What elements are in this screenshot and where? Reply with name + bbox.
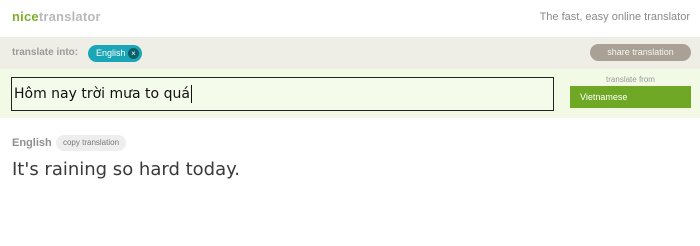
translate-from-label: translate from [606, 75, 655, 84]
close-icon[interactable]: × [128, 48, 139, 59]
target-language-chip[interactable]: English × [88, 45, 142, 62]
logo[interactable]: nicetranslator [12, 9, 101, 24]
copy-translation-button[interactable]: copy translation [56, 135, 126, 151]
result-language-label: English [12, 137, 52, 149]
tagline: The fast, easy online translator [539, 11, 690, 23]
translate-into-label: translate into: [12, 47, 79, 58]
source-row: Hôm nay trời mưa to quá translate from V… [0, 69, 700, 118]
text-caret [190, 85, 192, 103]
app-header: nicetranslator The fast, easy online tra… [0, 0, 700, 37]
logo-translator: translator [38, 9, 101, 24]
source-text: Hôm nay trời mưa to quá [14, 86, 190, 102]
logo-nice: nice [12, 9, 39, 24]
share-translation-button[interactable]: share translation [590, 44, 691, 61]
source-text-input[interactable]: Hôm nay trời mưa to quá [11, 77, 554, 111]
translation-output: It's raining so hard today. [12, 159, 240, 180]
target-language-bar: translate into: English × share translat… [0, 37, 700, 69]
source-language-select[interactable]: Vietnamese [570, 86, 691, 108]
target-language-label: English [96, 48, 126, 58]
